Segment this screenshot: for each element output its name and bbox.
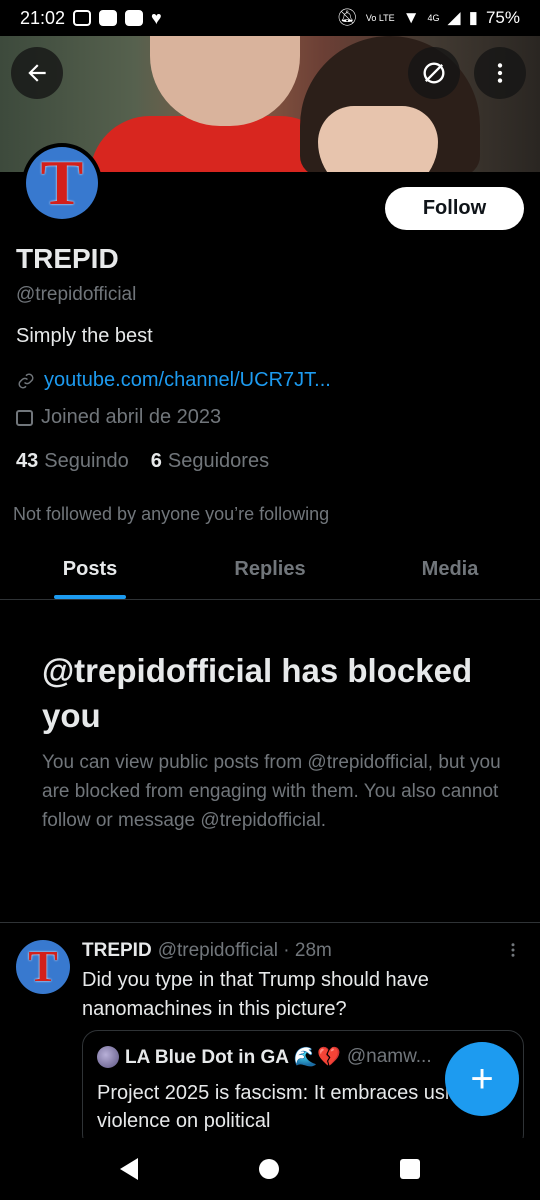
tab-replies[interactable]: Replies <box>180 540 360 599</box>
profile-display-name: TREPID <box>16 243 119 274</box>
plus-icon: + <box>470 1056 494 1101</box>
banner-shape <box>318 106 438 172</box>
signal-icon: ◢ <box>447 8 461 27</box>
mute-icon: 🔕︎ <box>336 8 358 27</box>
profile-tabs: Posts Replies Media <box>0 540 540 600</box>
tweet-author-handle[interactable]: @trepidofficial <box>158 940 278 961</box>
divider <box>0 922 540 923</box>
calendar-icon <box>16 409 33 426</box>
youtube-icon <box>99 10 118 26</box>
profile-handle: @trepidofficial <box>16 284 137 305</box>
banner-shape <box>150 36 300 126</box>
following-label: Seguindo <box>44 450 129 472</box>
tweet-header: TREPID @trepidofficial · 28m <box>82 940 332 962</box>
quote-author-name: LA Blue Dot in GA 🌊💔 <box>125 1047 341 1068</box>
blocked-description: You can view public posts from @trepidof… <box>42 752 501 831</box>
more-vertical-icon <box>497 63 503 83</box>
status-time: 21:02 <box>20 7 66 28</box>
profile-joined: Joined abril de 2023 <box>16 406 221 429</box>
tweet-author-name[interactable]: TREPID <box>82 940 152 961</box>
instagram-icon <box>73 10 92 26</box>
back-button[interactable] <box>11 47 63 99</box>
not-followed-note: Not followed by anyone you’re following <box>13 504 330 524</box>
wifi-icon: ▼ <box>402 8 420 27</box>
link-icon <box>18 373 34 388</box>
more-vertical-icon <box>511 943 515 957</box>
profile-stats: 43 Seguindo 6 Seguidores <box>16 450 269 473</box>
joined-text: Joined abril de 2023 <box>41 406 222 428</box>
more-options-button[interactable] <box>474 47 526 99</box>
followers-label: Seguidores <box>167 450 270 472</box>
nav-home-icon[interactable] <box>258 1159 279 1179</box>
arrow-left-icon <box>28 64 46 82</box>
system-nav-bar <box>0 1138 540 1200</box>
nav-back-icon[interactable] <box>120 1158 139 1180</box>
avatar-image: T <box>26 147 98 219</box>
heart-icon: ♥ <box>151 7 162 28</box>
grok-icon <box>423 62 445 84</box>
quote-header: LA Blue Dot in GA 🌊💔 @namw... <box>97 1045 432 1069</box>
profile-avatar[interactable]: T <box>22 143 102 223</box>
profile-bio: Simply the best <box>16 325 153 347</box>
quote-avatar <box>97 1046 119 1068</box>
status-right: 🔕︎ Vo LTE ▼ 4G ◢ ▮ 75% <box>336 8 520 28</box>
profile-link-text[interactable]: youtube.com/channel/UCR7JT... <box>44 369 331 392</box>
volte-label: Vo LTE <box>365 12 395 23</box>
youtube-icon-2 <box>125 10 144 26</box>
quote-author-handle: @namw... <box>346 1046 432 1067</box>
network-label: 4G <box>427 12 440 23</box>
tweet-text: Did you type in that Trump should have n… <box>82 969 429 1020</box>
following-stat[interactable]: 43 Seguindo <box>16 450 129 473</box>
nav-recents-icon[interactable] <box>399 1159 420 1179</box>
battery-percent: 75% <box>485 8 520 27</box>
followers-count: 6 <box>150 450 162 472</box>
avatar-logo-letter: T <box>28 942 58 991</box>
tab-media[interactable]: Media <box>360 540 540 599</box>
status-bar: 21:02 ♥ 🔕︎ Vo LTE ▼ 4G ◢ ▮ 75% <box>0 0 540 36</box>
tweet-avatar[interactable]: T <box>16 940 70 994</box>
tweet-time: · 28m <box>283 940 332 961</box>
status-left: 21:02 ♥ <box>20 8 162 29</box>
follow-button[interactable]: Follow <box>385 187 524 230</box>
grok-button[interactable] <box>408 47 460 99</box>
following-count: 43 <box>16 450 39 472</box>
profile-link[interactable]: youtube.com/channel/UCR7JT... <box>16 369 331 392</box>
compose-button[interactable]: + <box>445 1042 519 1116</box>
followers-stat[interactable]: 6 Seguidores <box>151 450 269 473</box>
tweet-more-button[interactable] <box>504 940 522 966</box>
battery-icon: ▮ <box>468 8 478 27</box>
tab-posts[interactable]: Posts <box>0 540 180 599</box>
avatar-logo-letter: T <box>40 147 84 218</box>
blocked-title: @trepidofficial has blocked you <box>42 652 473 734</box>
